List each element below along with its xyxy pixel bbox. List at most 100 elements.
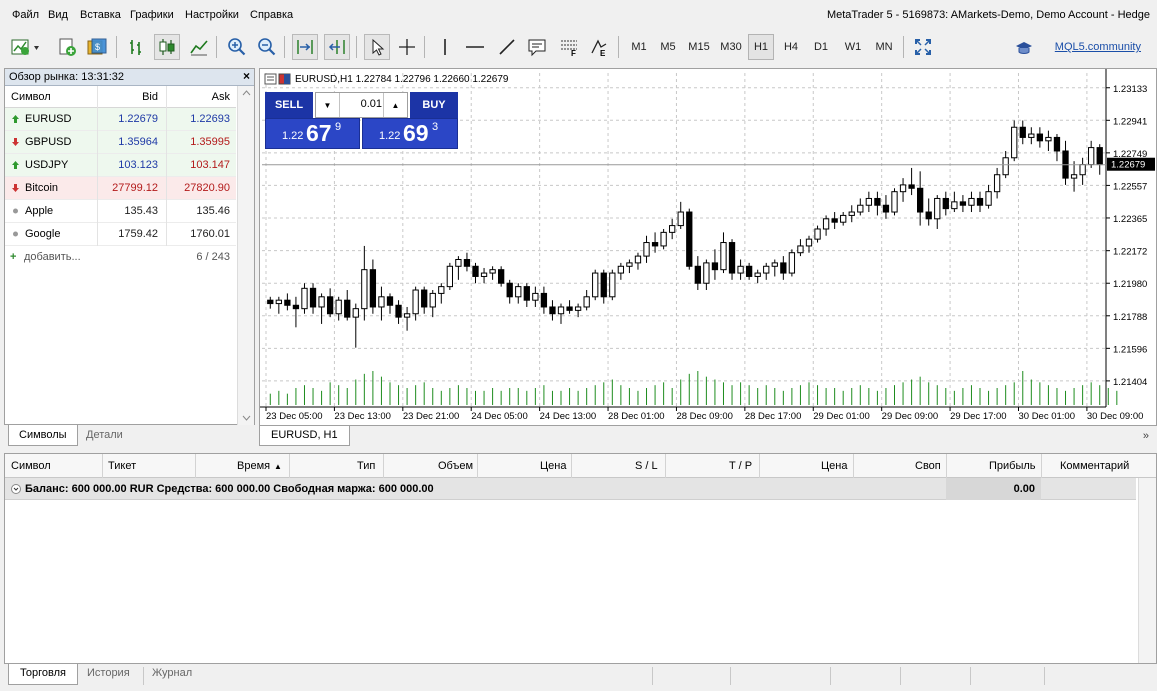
column-symbol[interactable]: Символ bbox=[11, 91, 51, 103]
tab-symbols[interactable]: Символы bbox=[8, 425, 78, 446]
menu-view[interactable]: Вид bbox=[48, 9, 68, 21]
collapse-icon[interactable] bbox=[11, 484, 21, 497]
x-tick-label: 23 Dec 21:00 bbox=[403, 411, 460, 422]
tab-eurusd-h1[interactable]: EURUSD, H1 bbox=[259, 426, 350, 446]
add-symbol-row[interactable]: + добавить... 6 / 243 bbox=[5, 246, 236, 269]
menu-help[interactable]: Справка bbox=[250, 9, 293, 21]
market-watch-row[interactable]: GBPUSD 1.35964 1.35995 bbox=[5, 131, 236, 154]
vertical-line-button[interactable] bbox=[432, 34, 458, 60]
y-tick-label: 1.21596 bbox=[1113, 344, 1147, 355]
market-watch-row[interactable]: EURUSD 1.22679 1.22693 bbox=[5, 108, 236, 131]
new-order-button[interactable] bbox=[54, 34, 80, 60]
column-tp[interactable]: T / P bbox=[729, 460, 752, 472]
column-comment[interactable]: Комментарий bbox=[1060, 460, 1129, 472]
candle-body bbox=[326, 296, 334, 315]
timeframe-m1[interactable]: M1 bbox=[626, 34, 652, 60]
candle-body bbox=[694, 265, 701, 284]
chart-shift-button[interactable] bbox=[324, 34, 350, 60]
lot-decrease-button[interactable]: ▼ bbox=[316, 93, 340, 117]
tab-history[interactable]: История bbox=[76, 664, 141, 685]
new-order-icon bbox=[59, 38, 76, 56]
market-watch-row[interactable]: Apple 135.43 135.46 bbox=[5, 200, 236, 223]
column-sl[interactable]: S / L bbox=[635, 460, 658, 472]
sell-price-prefix: 1.22 bbox=[282, 130, 304, 142]
fullscreen-button[interactable] bbox=[910, 34, 936, 60]
mql5-community-link[interactable]: MQL5.community bbox=[1055, 41, 1141, 53]
timeframe-m15[interactable]: M15 bbox=[684, 34, 714, 60]
candle-body bbox=[797, 245, 804, 254]
timeframe-h1[interactable]: H1 bbox=[748, 34, 774, 60]
auto-scroll-button[interactable] bbox=[292, 34, 318, 60]
shapes-icon: E bbox=[591, 39, 607, 57]
tab-trade[interactable]: Торговля bbox=[8, 664, 78, 685]
text-label-button[interactable] bbox=[524, 34, 550, 60]
market-watch-header: Символ Bid Ask bbox=[5, 86, 236, 108]
trade-scrollbar[interactable] bbox=[1138, 478, 1156, 663]
line-chart-button[interactable] bbox=[186, 34, 212, 60]
autotrading-button[interactable]: $ bbox=[84, 34, 110, 60]
column-ticket[interactable]: Тикет bbox=[108, 460, 136, 472]
candlestick-chart-button[interactable] bbox=[154, 34, 180, 60]
trendline-button[interactable] bbox=[494, 34, 520, 60]
column-open-price[interactable]: Цена bbox=[540, 460, 566, 472]
market-watch-row[interactable]: Google 1759.42 1760.01 bbox=[5, 223, 236, 246]
candle-body bbox=[788, 252, 796, 274]
zoom-in-button[interactable] bbox=[224, 34, 250, 60]
chart-shift-icon bbox=[328, 40, 345, 54]
menu-charts[interactable]: Графики bbox=[130, 9, 174, 21]
crosshair-button[interactable] bbox=[394, 34, 420, 60]
new-chart-button[interactable] bbox=[8, 34, 46, 60]
candle-body bbox=[566, 306, 573, 311]
candle-body bbox=[574, 306, 582, 311]
market-watch-scrollbar[interactable] bbox=[237, 86, 254, 425]
column-ask[interactable]: Ask bbox=[212, 91, 230, 103]
fibonacci-button[interactable]: F bbox=[556, 34, 582, 60]
lot-size-field[interactable]: ▼ 0.01 ▲ bbox=[315, 92, 408, 118]
zoom-out-button[interactable] bbox=[254, 34, 280, 60]
horizontal-line-button[interactable] bbox=[462, 34, 488, 60]
candle-body bbox=[891, 191, 898, 213]
candle-body bbox=[309, 287, 317, 308]
sell-button[interactable]: SELL bbox=[265, 92, 313, 118]
timeframe-h4[interactable]: H4 bbox=[778, 34, 804, 60]
objects-button[interactable]: E bbox=[586, 34, 612, 60]
candlestick-icon bbox=[159, 39, 175, 55]
column-type[interactable]: Тип bbox=[357, 460, 375, 472]
column-profit[interactable]: Прибыль bbox=[989, 460, 1036, 472]
sell-price-box[interactable]: 1.22 67 9 bbox=[265, 118, 360, 149]
candle-body bbox=[1036, 133, 1044, 142]
column-current-price[interactable]: Цена bbox=[821, 460, 847, 472]
more-charts-icon[interactable]: » bbox=[1143, 430, 1149, 442]
menu-settings[interactable]: Настройки bbox=[185, 9, 239, 21]
market-watch-row[interactable]: Bitcoin 27799.12 27820.90 bbox=[5, 177, 236, 200]
column-symbol[interactable]: Символ bbox=[11, 460, 51, 472]
balance-row[interactable]: Баланс: 600 000.00 RUR Средства: 600 000… bbox=[5, 478, 1136, 500]
lot-increase-button[interactable]: ▲ bbox=[383, 93, 407, 117]
buy-price-box[interactable]: 1.22 69 3 bbox=[362, 118, 458, 149]
lot-value[interactable]: 0.01 bbox=[342, 98, 382, 110]
menu-insert[interactable]: Вставка bbox=[80, 9, 121, 21]
timeframe-m30[interactable]: M30 bbox=[716, 34, 746, 60]
column-time[interactable]: Время bbox=[237, 460, 270, 472]
market-watch-row[interactable]: USDJPY 103.123 103.147 bbox=[5, 154, 236, 177]
line-chart-icon bbox=[190, 40, 208, 56]
column-swap[interactable]: Своп bbox=[915, 460, 941, 472]
buy-button[interactable]: BUY bbox=[410, 92, 458, 118]
timeframe-w1[interactable]: W1 bbox=[840, 34, 866, 60]
close-icon[interactable]: × bbox=[243, 69, 250, 83]
candle-body bbox=[498, 269, 505, 284]
tab-details[interactable]: Детали bbox=[76, 425, 133, 446]
candle-body bbox=[557, 306, 565, 315]
candle-body bbox=[993, 174, 1001, 193]
column-bid[interactable]: Bid bbox=[142, 91, 158, 103]
timeframe-mn[interactable]: MN bbox=[870, 34, 898, 60]
column-volume[interactable]: Объем bbox=[438, 460, 473, 472]
timeframe-m5[interactable]: M5 bbox=[655, 34, 681, 60]
menu-file[interactable]: Файл bbox=[12, 9, 39, 21]
bar-chart-button[interactable] bbox=[124, 34, 150, 60]
timeframe-d1[interactable]: D1 bbox=[808, 34, 834, 60]
chart-window[interactable]: 1.23133 1.22941 1.22749 1.22557 1.22365 1.221… bbox=[259, 68, 1157, 426]
zoom-out-icon bbox=[258, 38, 276, 56]
tab-journal[interactable]: Журнал bbox=[141, 664, 203, 685]
cursor-button[interactable] bbox=[364, 34, 390, 60]
